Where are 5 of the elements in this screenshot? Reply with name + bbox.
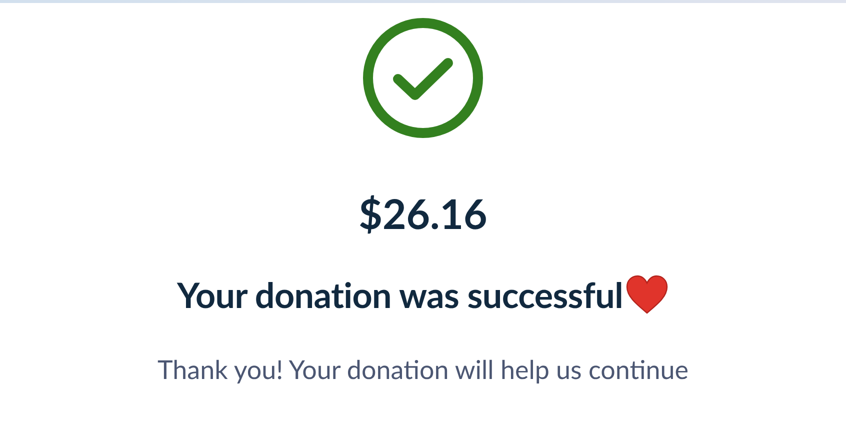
donation-amount: $26.16 [358, 193, 488, 234]
success-heading: Your donation was successful [177, 274, 623, 316]
success-check-icon [362, 17, 484, 139]
thank-you-message: Thank you! Your donation will help us continue [158, 354, 688, 384]
heart-icon [624, 275, 669, 315]
